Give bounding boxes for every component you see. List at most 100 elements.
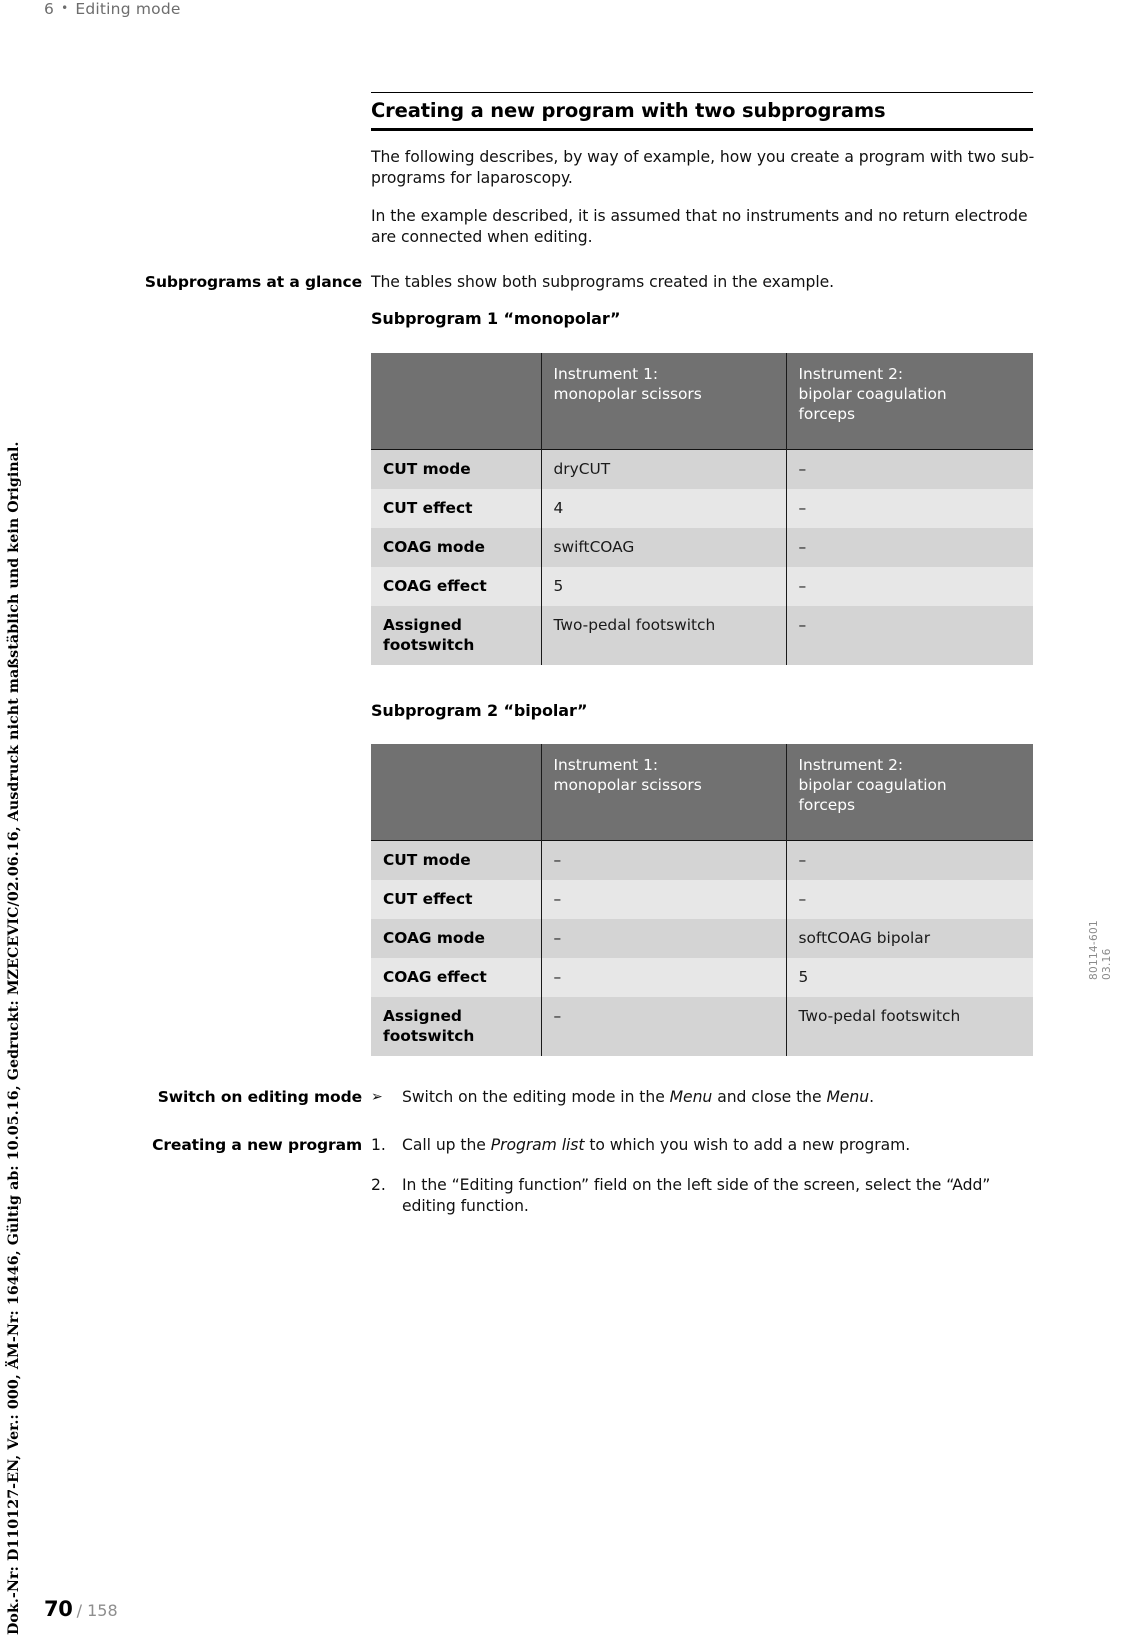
- table-row: CUT mode – –: [371, 840, 1033, 880]
- table2-row2-col3: softCOAG bipolar: [786, 918, 1033, 958]
- table2-h3-line3: forceps: [798, 796, 856, 815]
- table2-row1-label: CUT effect: [371, 879, 542, 919]
- table1-row4-label: Assigned footswitch: [371, 605, 542, 665]
- table2-header-empty: [371, 744, 542, 840]
- seom-text-before: Switch on the editing mode in the: [402, 1088, 670, 1106]
- step-1-text: Call up the Program list to which you wi…: [402, 1135, 1036, 1156]
- step-1-text-after: to which you wish to add a new program.: [584, 1136, 911, 1154]
- table1-h2-line2: monopolar scissors: [553, 385, 702, 404]
- section-title: Creating a new program with two subprogr…: [371, 99, 886, 122]
- table1-header-instrument-1: Instrument 1: monopolar scissors: [541, 353, 787, 449]
- list-item: 1. Call up the Program list to which you…: [371, 1135, 1036, 1156]
- switch-on-editing-mode-step: ➢ Switch on the editing mode in the Menu…: [371, 1087, 1036, 1108]
- table-row: CUT mode dryCUT –: [371, 449, 1033, 489]
- table2-row2-label: COAG mode: [371, 918, 542, 958]
- seom-italic-2: Menu: [826, 1088, 870, 1106]
- margin-label-switch-on-editing-mode: Switch on editing mode: [157, 1088, 362, 1106]
- table2-row2-col2: –: [541, 918, 787, 958]
- table-row: CUT effect – –: [371, 879, 1033, 919]
- table2-row1-col2: –: [541, 879, 787, 919]
- table2-row0-label: CUT mode: [371, 840, 542, 880]
- section-paragraph-2: In the example described, it is assumed …: [371, 207, 1028, 246]
- table2-h3-line2: bipolar coagulation: [798, 776, 947, 795]
- table1-row4-col2: Two-pedal footswitch: [541, 605, 787, 665]
- table1-row3-col3: –: [786, 566, 1033, 606]
- margin-label-subprograms-at-a-glance: Subprograms at a glance: [144, 273, 362, 291]
- step-1-marker: 1.: [371, 1136, 386, 1154]
- table1-h3-line3: forceps: [798, 405, 856, 424]
- table1-row4-col3: –: [786, 605, 1033, 665]
- table1-caption: Subprogram 1 “monopolar”: [371, 309, 621, 328]
- section-rule-top: [371, 92, 1033, 93]
- table2-row4-col2: –: [541, 996, 787, 1056]
- step-2-text: In the “Editing function” field on the l…: [402, 1176, 991, 1215]
- table2-h2-line2: monopolar scissors: [553, 776, 702, 795]
- table2-header-instrument-2: Instrument 2: bipolar coagulation forcep…: [786, 744, 1033, 840]
- table1-h3-line1: Instrument 2:: [798, 365, 904, 383]
- table1-row0-label: CUT mode: [371, 449, 542, 489]
- seom-italic-1: Menu: [669, 1088, 713, 1106]
- table-row: COAG mode – softCOAG bipolar: [371, 918, 1033, 958]
- seom-text-middle: and close the: [712, 1088, 827, 1106]
- table1-row0-col3: –: [786, 449, 1033, 489]
- table1-header-empty: [371, 353, 542, 449]
- table-row: COAG mode swiftCOAG –: [371, 527, 1033, 567]
- table2-row4-label-line1: Assigned: [383, 1006, 462, 1025]
- list-item: 2. In the “Editing function” field on th…: [371, 1175, 1036, 1216]
- table2-row3-col2: –: [541, 957, 787, 997]
- table1-row3-col2: 5: [541, 566, 787, 606]
- table1-row2-label: COAG mode: [371, 527, 542, 567]
- step-1-text-before: Call up the: [402, 1136, 491, 1154]
- header-separator-dot: •: [61, 1, 69, 15]
- doc-code: 80114-601: [1088, 920, 1100, 980]
- section-paragraph-1: The following describes, by way of examp…: [371, 148, 1035, 187]
- table2-row3-col3: 5: [786, 957, 1033, 997]
- table-row: COAG effect – 5: [371, 957, 1033, 997]
- table1-h3-line2: bipolar coagulation: [798, 385, 947, 404]
- page-footer: 70/ 158: [44, 1597, 118, 1621]
- table1-row3-label: COAG effect: [371, 566, 542, 606]
- table2-row4-label: Assigned footswitch: [371, 996, 542, 1056]
- table2-row3-label: COAG effect: [371, 957, 542, 997]
- table2-row4-col3: Two-pedal footswitch: [786, 996, 1033, 1056]
- table2-header-instrument-1: Instrument 1: monopolar scissors: [541, 744, 787, 840]
- table2-row4-label-line2: footswitch: [383, 1026, 475, 1045]
- page-running-header: 6 • Editing mode: [44, 0, 181, 18]
- table2-row0-col3: –: [786, 840, 1033, 880]
- table-row: Assigned footswitch – Two-pedal footswit…: [371, 996, 1033, 1056]
- table-row: Assigned footswitch Two-pedal footswitch…: [371, 605, 1033, 665]
- seom-text-after: .: [869, 1088, 874, 1106]
- table1-row4-label-line1: Assigned: [383, 615, 462, 634]
- table1-row0-col2: dryCUT: [541, 449, 787, 489]
- table1-header-row: Instrument 1: monopolar scissors Instrum…: [371, 353, 1033, 449]
- step-2-marker: 2.: [371, 1176, 386, 1194]
- table-row: CUT effect 4 –: [371, 488, 1033, 528]
- table1-row1-col3: –: [786, 488, 1033, 528]
- chapter-title: Editing mode: [75, 0, 181, 18]
- right-margin-strip: 80114-601 03.16: [1088, 820, 1128, 980]
- legal-notice-vertical: Dok.-Nr: D110127-EN, Ver.: 000, ÄM-Nr: 1…: [6, 441, 22, 1635]
- page-total: / 158: [76, 1601, 118, 1620]
- left-margin-strip: Dok.-Nr: D110127-EN, Ver.: 000, ÄM-Nr: 1…: [0, 0, 44, 1643]
- table2-caption: Subprogram 2 “bipolar”: [371, 701, 588, 720]
- table1-header-instrument-2: Instrument 2: bipolar coagulation forcep…: [786, 353, 1033, 449]
- chapter-number: 6: [44, 0, 55, 18]
- table1-row1-label: CUT effect: [371, 488, 542, 528]
- table1-row2-col2: swiftCOAG: [541, 527, 787, 567]
- subprograms-intro-text: The tables show both subprograms created…: [371, 273, 835, 291]
- table2-row0-col2: –: [541, 840, 787, 880]
- table-subprogram-2: Instrument 1: monopolar scissors Instrum…: [371, 744, 1033, 1056]
- table1-row2-col3: –: [786, 527, 1033, 567]
- table2-h3-line1: Instrument 2:: [798, 756, 904, 774]
- table1-row1-col2: 4: [541, 488, 787, 528]
- table2-h2-line1: Instrument 1:: [553, 756, 659, 774]
- table-subprogram-1: Instrument 1: monopolar scissors Instrum…: [371, 353, 1033, 665]
- table2-header-row: Instrument 1: monopolar scissors Instrum…: [371, 744, 1033, 840]
- table1-row4-label-line2: footswitch: [383, 635, 475, 654]
- page-number: 70: [44, 1597, 73, 1621]
- margin-label-creating-a-new-program: Creating a new program: [152, 1136, 362, 1154]
- doc-date: 03.16: [1101, 948, 1113, 980]
- section-rule-bottom: [371, 128, 1033, 131]
- table1-h2-line1: Instrument 1:: [553, 365, 659, 383]
- step-1-italic: Program list: [490, 1136, 585, 1154]
